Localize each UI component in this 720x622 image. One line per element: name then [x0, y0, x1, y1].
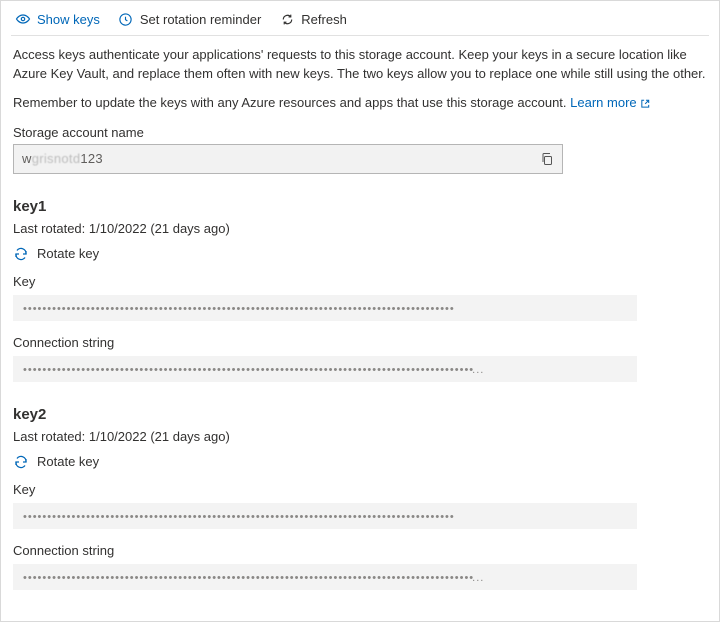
set-rotation-reminder-button[interactable]: Set rotation reminder — [118, 11, 261, 27]
access-keys-panel: Show keys Set rotation reminder Refresh … — [0, 0, 720, 622]
show-keys-button[interactable]: Show keys — [15, 11, 100, 27]
storage-account-name-label: Storage account name — [13, 125, 707, 140]
key2-connection-string-value: ••••••••••••••••••••••••••••••••••••••••… — [13, 564, 637, 590]
copy-button[interactable] — [538, 150, 556, 168]
key2-rotate-label: Rotate key — [37, 454, 99, 469]
refresh-button[interactable]: Refresh — [279, 11, 347, 27]
key1-key-label: Key — [13, 274, 707, 289]
description-text-1: Access keys authenticate your applicatio… — [13, 46, 707, 84]
clock-icon — [118, 11, 134, 27]
learn-more-link[interactable]: Learn more — [570, 95, 650, 110]
refresh-label: Refresh — [301, 12, 347, 27]
key1-connection-string-value: ••••••••••••••••••••••••••••••••••••••••… — [13, 356, 637, 382]
rotate-icon — [13, 454, 29, 470]
description-text-2: Remember to update the keys with any Azu… — [13, 94, 707, 115]
key1-title: key1 — [13, 198, 707, 215]
key2-last-rotated: Last rotated: 1/10/2022 (21 days ago) — [13, 429, 707, 444]
key2-title: key2 — [13, 406, 707, 423]
key1-rotate-button[interactable]: Rotate key — [13, 246, 707, 262]
key2-key-label: Key — [13, 482, 707, 497]
toolbar: Show keys Set rotation reminder Refresh — [11, 1, 709, 36]
set-rotation-reminder-label: Set rotation reminder — [140, 12, 261, 27]
key2-connection-string-label: Connection string — [13, 543, 707, 558]
rotate-icon — [13, 246, 29, 262]
show-keys-label: Show keys — [37, 12, 100, 27]
key2-key-value: ••••••••••••••••••••••••••••••••••••••••… — [13, 503, 637, 529]
key1-key-value: ••••••••••••••••••••••••••••••••••••••••… — [13, 295, 637, 321]
storage-account-name-field: wgrisnotd123 — [13, 144, 563, 174]
key1-last-rotated: Last rotated: 1/10/2022 (21 days ago) — [13, 221, 707, 236]
storage-account-name-value: wgrisnotd123 — [22, 151, 538, 166]
key2-section: key2 Last rotated: 1/10/2022 (21 days ag… — [11, 406, 709, 590]
refresh-icon — [279, 11, 295, 27]
description-text-2-prefix: Remember to update the keys with any Azu… — [13, 95, 570, 110]
key1-connection-string-label: Connection string — [13, 335, 707, 350]
eye-icon — [15, 11, 31, 27]
key1-rotate-label: Rotate key — [37, 246, 99, 261]
key2-rotate-button[interactable]: Rotate key — [13, 454, 707, 470]
key1-section: key1 Last rotated: 1/10/2022 (21 days ag… — [11, 198, 709, 382]
external-link-icon — [640, 96, 651, 115]
